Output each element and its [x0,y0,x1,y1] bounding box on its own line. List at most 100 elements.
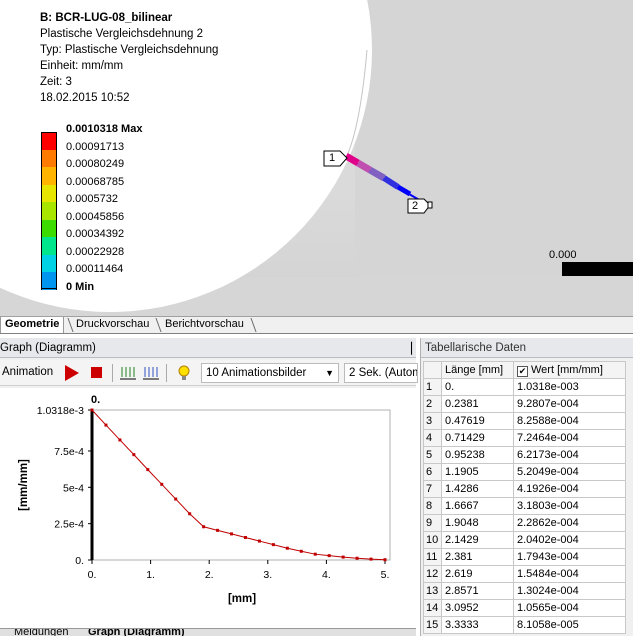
plot-area [91,409,391,561]
row-index-cell: 14 [423,599,442,617]
result-time: Zeit: 3 [40,76,72,88]
bottom-tabs: Meldungen Graph (Diagramm) [0,628,416,636]
x-axis-label: [mm] [228,593,256,605]
data-point [132,453,136,457]
data-table: Länge [mm] ✔ Wert [mm/mm] 1 0. 1.0318e-003 2… [423,361,626,634]
value-cell: 2.0402e-004 [513,531,626,549]
graph-panel-header: Graph (Diagramm) ▕ [0,338,416,358]
data-point [299,549,303,553]
length-cell: 0.95238 [441,446,514,464]
table-row[interactable]: 10 2.1429 2.0402e-004 [423,531,626,549]
animation-frames-select[interactable]: 10 Animationsbilder ▼ [201,363,339,383]
tab-meldungen[interactable]: Meldungen [14,629,68,636]
animation-label: Animation [2,366,54,378]
length-cell: 1.6667 [441,497,514,515]
chevron-down-icon: ▼ [325,368,334,378]
tab-geometrie[interactable]: Geometrie [0,317,65,333]
value-cell: 2.2862e-004 [513,514,626,532]
distributed-frames-icon[interactable] [120,365,136,381]
animation-duration-select[interactable]: 2 Sek. (Autom. [344,363,418,383]
data-point [90,408,94,412]
table-row[interactable]: 9 1.9048 2.2862e-004 [423,514,626,532]
line-chart: 0. 1.0318e-3 7.5e-4 5e-4 2.5e-4 0. 0. 1. 2. 3. 4. 5… [0,388,416,628]
data-point [257,539,261,543]
y-tick-label: 0. [75,555,84,567]
table-header-row: Länge [mm] ✔ Wert [mm/mm] [423,361,626,379]
table-row[interactable]: 7 1.4286 4.1926e-004 [423,480,626,498]
data-point [355,556,359,560]
row-index-cell: 6 [423,463,442,481]
table-row[interactable]: 4 0.71429 7.2464e-004 [423,429,626,447]
table-row[interactable]: 5 0.95238 6.2173e-004 [423,446,626,464]
length-cell: 2.1429 [441,531,514,549]
legend-swatch [41,167,57,185]
legend-swatch [41,184,57,203]
play-icon[interactable] [65,365,79,381]
legend-swatch [41,254,57,273]
length-cell: 3.3333 [441,616,514,634]
legend-label: 0.00068785 [66,175,125,188]
value-cell: 9.2807e-004 [513,395,626,413]
data-point [174,497,178,501]
tab-berichtvorschau[interactable]: Berichtvorschau [161,317,248,333]
length-cell: 2.8571 [441,582,514,600]
x-tick-label: 3. [263,569,272,581]
result-sets-icon[interactable] [143,365,159,381]
legend-label: 0.00091713 [66,140,125,153]
column-header-value[interactable]: ✔ Wert [mm/mm] [513,361,626,379]
table-row[interactable]: 13 2.8571 1.3024e-004 [423,582,626,600]
probe-2-label: 2 [412,200,419,212]
row-index-cell: 1 [423,378,442,396]
animation-duration-value: 2 Sek. (Autom. [349,367,418,379]
table-row[interactable]: 3 0.47619 8.2588e-004 [423,412,626,430]
length-cell: 2.619 [441,565,514,583]
row-index-cell: 9 [423,514,442,532]
row-index-cell: 5 [423,446,442,464]
y-tick-label: 5e-4 [63,482,84,494]
value-cell: 1.7943e-004 [513,548,626,566]
data-point [369,557,373,561]
value-cell: 6.2173e-004 [513,446,626,464]
length-cell: 1.4286 [441,480,514,498]
table-row[interactable]: 6 1.1905 5.2049e-004 [423,463,626,481]
table-row[interactable]: 11 2.381 1.7943e-004 [423,548,626,566]
value-cell: 4.1926e-004 [513,480,626,498]
table-row[interactable]: 1 0. 1.0318e-003 [423,378,626,396]
tab-druckvorschau[interactable]: Druckvorschau [72,317,153,333]
legend-swatch [41,237,57,255]
data-point [271,543,275,547]
length-cell: 3.0952 [441,599,514,617]
table-row[interactable]: 14 3.0952 1.0565e-004 [423,599,626,617]
table-row[interactable]: 8 1.6667 3.1803e-004 [423,497,626,515]
tab-graph[interactable]: Graph (Diagramm) [88,629,185,636]
data-point [383,558,387,562]
table-row[interactable]: 12 2.619 1.5484e-004 [423,565,626,583]
row-index-cell: 13 [423,582,442,600]
legend-label: 0.00045856 [66,210,125,223]
lightbulb-icon[interactable] [176,365,192,381]
legend-label: 0.00034392 [66,228,125,240]
column-header-length[interactable]: Länge [mm] [441,361,514,379]
x-tick-label: 1. [146,569,155,581]
result-date: 18.02.2015 10:52 [40,92,130,104]
animation-frames-value: 10 Animationsbilder [206,367,307,379]
table-row[interactable]: 2 0.2381 9.2807e-004 [423,395,626,413]
data-point [285,546,289,550]
y-axis-label: [mm/mm] [18,459,30,511]
pin-icon[interactable]: ▕ [404,339,412,359]
y-tick-label: 2.5e-4 [54,519,84,531]
table-row[interactable]: 15 3.3333 8.1058e-005 [423,616,626,634]
data-point [327,554,331,558]
x-tick-label: 0. [88,569,97,581]
data-point [118,438,122,442]
length-cell: 0.47619 [441,412,514,430]
result-title: B: BCR-LUG-08_bilinear [40,12,173,24]
checkbox[interactable]: ✔ [517,365,528,377]
graph-panel-title: Graph (Diagramm) [0,342,96,354]
legend-swatch [41,202,57,220]
model-viewport[interactable]: B: BCR-LUG-08_bilinear Plastische Vergle… [0,0,633,316]
value-cell: 1.0318e-003 [513,378,626,396]
stop-icon[interactable] [91,367,102,378]
data-point [341,555,345,559]
table-panel-title: Tabellarische Daten [421,338,633,358]
